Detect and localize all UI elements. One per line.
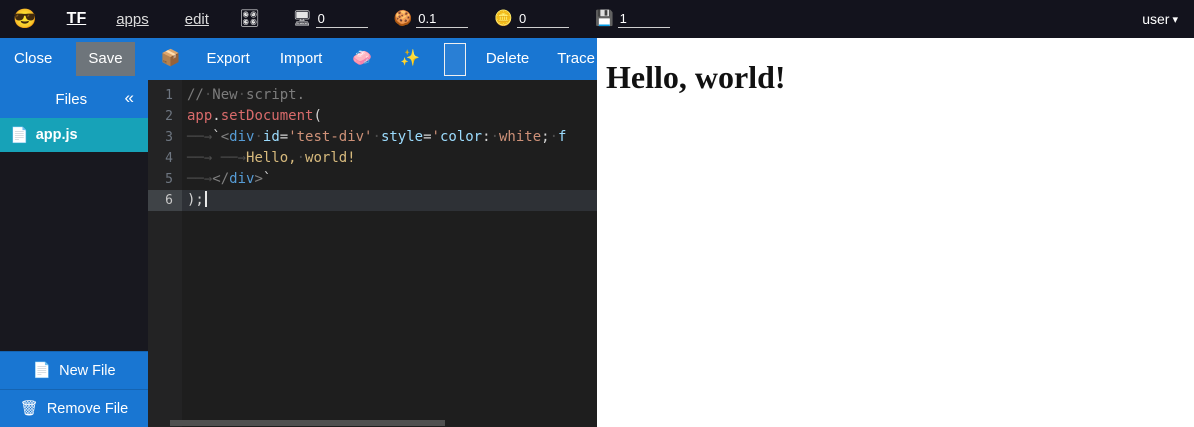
collapse-sidebar-button[interactable]: « bbox=[125, 88, 148, 110]
logo-emoji-icon[interactable]: 😎 bbox=[13, 10, 37, 29]
stats-group: 🖥 0 🍪 0.1 🪙 0 💾 1 bbox=[293, 11, 670, 28]
trash-icon: 🗑 bbox=[20, 401, 39, 416]
files-sidebar: Files « 📄 app.js 📄 New File 🗑 Remove Fil… bbox=[0, 80, 148, 427]
code-text: ──→ ──→Hello,·world! bbox=[182, 148, 597, 169]
chevron-down-icon: ▾ bbox=[1172, 13, 1178, 26]
file-name: app.js bbox=[36, 127, 78, 143]
new-file-button[interactable]: 📄 New File bbox=[0, 351, 148, 389]
code-line[interactable]: 3──→`<div·id='test-div'·style='color:·wh… bbox=[148, 127, 597, 148]
brand-link-tf[interactable]: TF bbox=[67, 10, 87, 28]
trace-button[interactable]: Trace bbox=[555, 42, 597, 76]
horizontal-scrollbar bbox=[148, 419, 597, 427]
preview-heading: Hello, world! bbox=[606, 59, 1194, 96]
scrollbar-thumb[interactable] bbox=[170, 420, 445, 426]
code-line[interactable]: 5──→</div>` bbox=[148, 169, 597, 190]
nav-link-apps[interactable]: apps bbox=[116, 11, 149, 28]
remove-file-label: Remove File bbox=[47, 401, 128, 417]
cookie-stat-value[interactable]: 0.1 bbox=[416, 11, 468, 28]
coin-icon: 🪙 bbox=[494, 11, 513, 28]
code-editor[interactable]: 1//·New·script.2app.setDocument(3──→`<di… bbox=[148, 80, 597, 427]
line-number: 2 bbox=[148, 106, 182, 127]
files-panel-header: Files « bbox=[0, 80, 148, 118]
remove-file-button[interactable]: 🗑 Remove File bbox=[0, 389, 148, 427]
code-line[interactable]: 6); bbox=[148, 190, 597, 211]
code-text: ──→</div>` bbox=[182, 169, 597, 190]
code-lines: 1//·New·script.2app.setDocument(3──→`<di… bbox=[148, 80, 597, 211]
cookie-icon: 🍪 bbox=[394, 11, 413, 28]
files-panel-title: Files bbox=[0, 91, 125, 108]
user-menu[interactable]: user ▾ bbox=[1142, 11, 1178, 27]
code-line[interactable]: 4──→ ──→Hello,·world! bbox=[148, 148, 597, 169]
file-list-empty-area bbox=[0, 152, 148, 351]
nav-link-edit[interactable]: edit bbox=[185, 11, 209, 28]
monitor-icon: 🖥 bbox=[293, 11, 312, 28]
code-text: ); bbox=[182, 190, 597, 211]
code-line[interactable]: 2app.setDocument( bbox=[148, 106, 597, 127]
new-file-icon: 📄 bbox=[32, 363, 51, 378]
text-cursor bbox=[205, 191, 207, 207]
line-number: 4 bbox=[148, 148, 182, 169]
line-number: 6 bbox=[148, 190, 182, 211]
cookie-stat: 🍪 0.1 bbox=[394, 11, 469, 28]
empty-box-button[interactable] bbox=[444, 43, 466, 76]
line-number: 1 bbox=[148, 85, 182, 106]
app-root: 😎 TF apps edit 🎛 🖥 0 🍪 0.1 🪙 0 💾 1 bbox=[0, 0, 1194, 427]
monitor-stat: 🖥 0 bbox=[293, 11, 368, 28]
code-text: ──→`<div·id='test-div'·style='color:·whi… bbox=[182, 127, 597, 148]
monitor-stat-value[interactable]: 0 bbox=[316, 11, 368, 28]
file-item-appjs[interactable]: 📄 app.js bbox=[0, 118, 148, 152]
delete-button[interactable]: Delete bbox=[484, 42, 531, 76]
import-button[interactable]: Import bbox=[278, 42, 325, 76]
floppy-stat-value[interactable]: 1 bbox=[618, 11, 670, 28]
line-number: 3 bbox=[148, 127, 182, 148]
user-menu-label: user bbox=[1142, 11, 1169, 27]
export-button[interactable]: Export bbox=[204, 42, 251, 76]
control-knobs-icon[interactable]: 🎛 bbox=[239, 9, 261, 29]
line-number: 5 bbox=[148, 169, 182, 190]
code-text: //·New·script. bbox=[182, 85, 597, 106]
package-icon[interactable]: 📦 bbox=[159, 41, 183, 76]
sparkles-icon[interactable]: ✨ bbox=[398, 41, 422, 76]
preview-pane: Hello, world! bbox=[597, 38, 1194, 427]
editor-toolbar: Close Save 📦 Export Import 🧼 ✨ Delete Tr… bbox=[0, 38, 597, 80]
close-button[interactable]: Close bbox=[12, 42, 54, 76]
topbar: 😎 TF apps edit 🎛 🖥 0 🍪 0.1 🪙 0 💾 1 bbox=[0, 0, 1194, 38]
coin-stat: 🪙 0 bbox=[494, 11, 569, 28]
save-button[interactable]: Save bbox=[76, 42, 134, 76]
floppy-disk-icon: 💾 bbox=[595, 11, 614, 28]
file-icon: 📄 bbox=[10, 128, 29, 143]
code-line[interactable]: 1//·New·script. bbox=[148, 85, 597, 106]
new-file-label: New File bbox=[59, 363, 115, 379]
soap-icon[interactable]: 🧼 bbox=[350, 41, 374, 76]
code-text: app.setDocument( bbox=[182, 106, 597, 127]
floppy-stat: 💾 1 bbox=[595, 11, 670, 28]
coin-stat-value[interactable]: 0 bbox=[517, 11, 569, 28]
